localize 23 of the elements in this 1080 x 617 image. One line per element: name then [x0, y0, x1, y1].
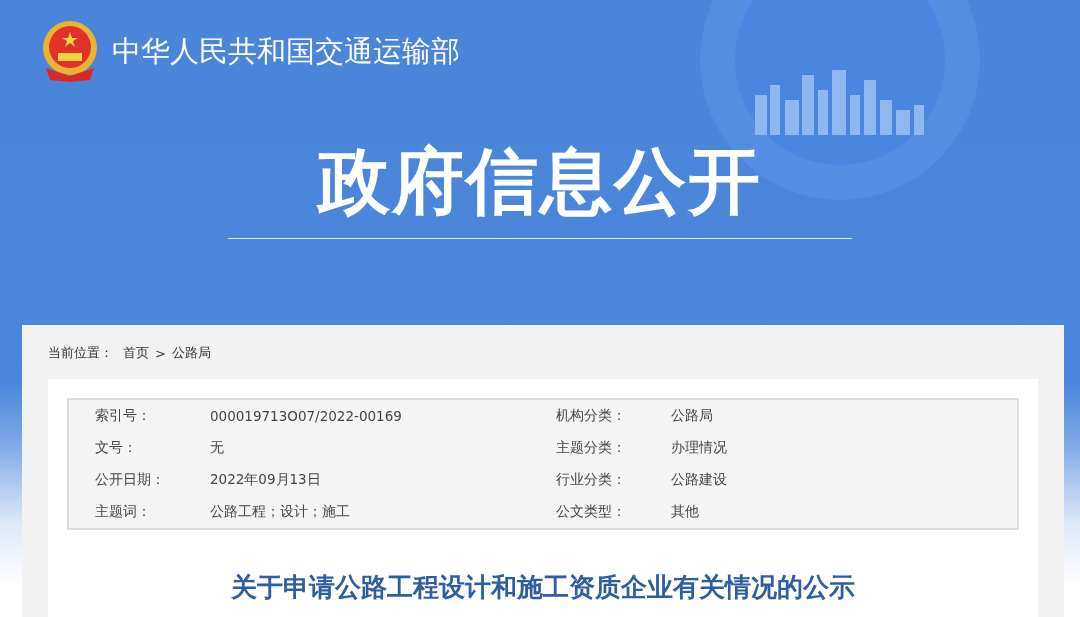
- breadcrumb-separator: >: [155, 345, 166, 361]
- field-label: 公开日期：: [95, 471, 166, 489]
- field-label: 行业分类：: [556, 471, 627, 489]
- breadcrumb-link[interactable]: 公路局: [171, 344, 211, 362]
- field-value: 无: [210, 439, 225, 457]
- field-value: 其他: [671, 503, 700, 521]
- field-value: 公路建设: [671, 471, 728, 489]
- field-label: 文号：: [95, 439, 138, 457]
- field-label: 主题词：: [95, 503, 152, 521]
- field-label: 主题分类：: [556, 439, 627, 457]
- site-title: 中华人民共和国交通运输部: [112, 33, 460, 70]
- banner-title: 政府信息公开: [228, 134, 852, 239]
- field-label: 公文类型：: [556, 503, 627, 521]
- field-value: 公路局: [671, 407, 714, 425]
- field-label: 索引号：: [95, 407, 152, 425]
- breadcrumb-label: 当前位置：: [48, 344, 113, 362]
- article-title: 关于申请公路工程设计和施工资质企业有关情况的公示: [230, 571, 856, 604]
- field-value: 办理情况: [671, 439, 728, 457]
- breadcrumb-link[interactable]: 首页: [123, 344, 149, 362]
- field-value: 000019713O07/2022-00169: [210, 408, 403, 424]
- field-value: 公路工程；设计；施工: [210, 503, 351, 521]
- field-label: 机构分类：: [556, 407, 627, 425]
- field-value: 2022年09月13日: [210, 471, 322, 489]
